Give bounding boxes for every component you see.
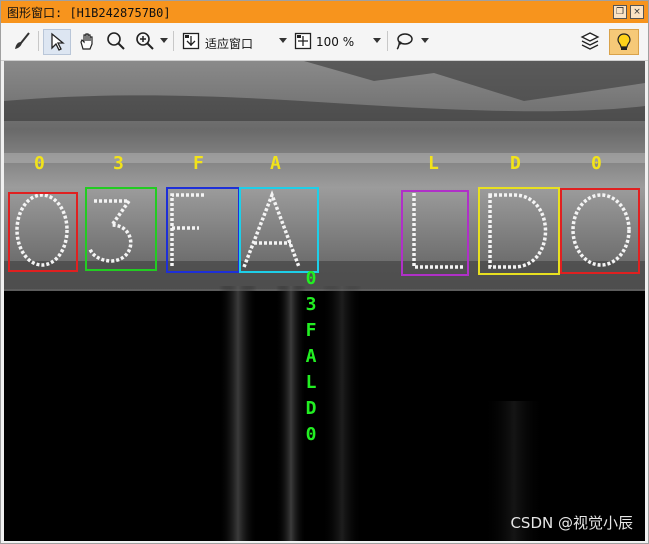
ocr-label: F (193, 153, 204, 174)
hand-icon[interactable] (75, 29, 99, 53)
ocr-result-char: L (305, 372, 317, 393)
ocr-label: 3 (113, 153, 124, 174)
ocr-label: 0 (34, 153, 45, 174)
toolbar: 适应窗口 100 % (1, 23, 648, 61)
ocr-result-char: 0 (305, 424, 317, 445)
ocr-result-char: D (305, 398, 317, 419)
lightbulb-icon[interactable] (609, 29, 639, 55)
toolbar-separator (38, 31, 39, 51)
window-title: 图形窗口: [H1B2428757B0] (7, 6, 171, 20)
image-canvas[interactable]: 0 3 F A L D 0 0 3 F A L D 0 CSDN @视觉小辰 (4, 61, 645, 541)
graphics-window: 图形窗口: [H1B2428757B0] ❐ × 适应窗口 100 % 0 3 … (0, 0, 649, 544)
title-bar: 图形窗口: [H1B2428757B0] ❐ × (1, 1, 648, 23)
layers-icon[interactable] (579, 29, 601, 53)
lasso-icon[interactable] (393, 29, 415, 53)
zoom-level-dropdown-icon[interactable] (373, 38, 381, 43)
fit-window-dropdown-icon[interactable] (279, 38, 287, 43)
ocr-label: D (510, 153, 521, 174)
zoom-level-icon (293, 29, 313, 53)
toolbar-separator (387, 31, 388, 51)
restore-icon[interactable]: ❐ (613, 5, 627, 19)
fit-window-icon[interactable] (181, 29, 201, 53)
image-display (4, 61, 645, 541)
zoom-level-value[interactable]: 100 % (316, 35, 354, 49)
ocr-result-char: 0 (305, 268, 317, 289)
ocr-result-vertical: 0 3 F A L D 0 (303, 266, 319, 448)
zoom-icon[interactable] (105, 29, 127, 53)
zoom-in-icon[interactable] (133, 29, 157, 53)
ocr-label: A (270, 153, 281, 174)
fit-window-label[interactable]: 适应窗口 (205, 35, 253, 52)
toolbar-separator (173, 31, 174, 51)
ocr-result-char: F (305, 320, 317, 341)
ocr-result-char: 3 (305, 294, 317, 315)
zoom-in-dropdown-icon[interactable] (160, 38, 168, 43)
lasso-dropdown-icon[interactable] (421, 38, 429, 43)
watermark: CSDN @视觉小辰 (510, 514, 633, 532)
ocr-result-char: A (305, 346, 317, 367)
brush-icon[interactable] (11, 29, 33, 53)
ocr-label: L (428, 153, 439, 174)
close-icon[interactable]: × (630, 5, 644, 19)
ocr-label: 0 (591, 153, 602, 174)
pointer-icon[interactable] (43, 29, 71, 55)
